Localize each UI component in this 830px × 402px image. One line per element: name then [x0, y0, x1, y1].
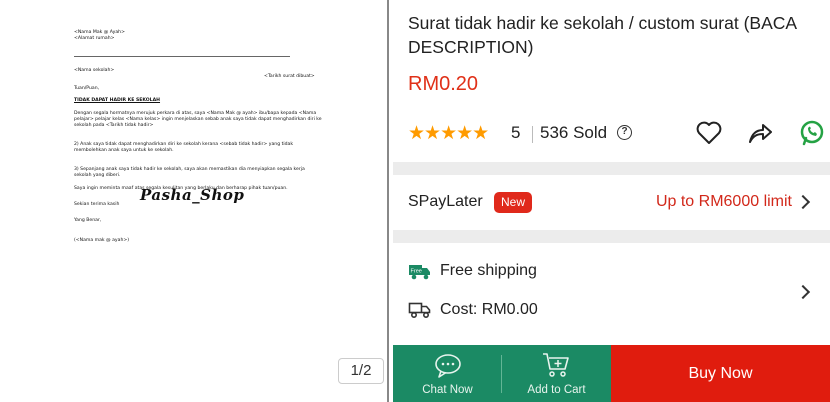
section-spacer — [393, 230, 830, 243]
rating-value[interactable]: 5 — [511, 123, 520, 143]
free-badge-text: Free — [411, 269, 422, 275]
product-page: <Nama Mak @ Ayah> <Alamat rumah> <Nama s… — [0, 0, 830, 402]
doc-line: <Nama sekolah> — [74, 68, 115, 73]
info-icon[interactable]: ? — [617, 125, 632, 140]
free-shipping-label: Free shipping — [440, 262, 537, 279]
doc-paragraph: 3) Sepanjang anak saya tidak hadir ke se… — [74, 167, 305, 179]
chat-now-label: Chat Now — [422, 384, 473, 396]
spaylater-label: SPayLater — [408, 193, 483, 210]
rating-stars: ★★★★★ — [408, 123, 489, 144]
chat-now-button[interactable]: Chat Now — [393, 345, 502, 402]
doc-heading: TIDAK DAPAT HADIR KE SEKOLAH — [74, 98, 161, 103]
product-info-panel: Surat tidak hadir ke sekolah / custom su… — [389, 0, 830, 402]
doc-divider — [74, 56, 290, 57]
chevron-right-icon — [795, 194, 811, 210]
product-price: RM0.20 — [408, 73, 479, 95]
add-to-cart-label: Add to Cart — [527, 384, 586, 396]
free-shipping-truck-icon: Free — [408, 263, 432, 286]
doc-line: Yang Benar, — [74, 218, 102, 223]
share-icon[interactable] — [746, 120, 774, 151]
rating-separator — [532, 126, 533, 143]
product-title: Surat tidak hadir ke sekolah / custom su… — [408, 13, 797, 57]
chat-icon — [433, 353, 463, 384]
product-image-gallery[interactable]: <Nama Mak @ Ayah> <Alamat rumah> <Nama s… — [0, 0, 388, 402]
spaylater-row[interactable]: SPayLater New Up to RM6000 limit — [393, 175, 830, 229]
chevron-right-icon — [795, 284, 811, 300]
doc-paragraph: 2) Anak saya tidak dapat menghadirkan di… — [74, 142, 294, 154]
shipping-cost-label: Cost: RM0.00 — [440, 301, 538, 318]
heart-icon[interactable] — [695, 120, 723, 151]
spaylater-limit: Up to RM6000 limit — [655, 193, 792, 210]
whatsapp-icon[interactable] — [798, 119, 826, 152]
add-to-cart-button[interactable]: Add to Cart — [502, 345, 611, 402]
truck-icon — [408, 301, 432, 324]
doc-line: (<Nama mak @ ayah>) — [74, 238, 130, 243]
new-badge: New — [494, 192, 533, 213]
doc-line: Sekian terima kasih — [74, 202, 120, 207]
sold-count: 536 Sold — [540, 123, 608, 142]
doc-line: <Tarikh surat dibuat> — [264, 74, 315, 79]
shop-watermark: Pasha_Shop — [140, 186, 245, 204]
shipping-section[interactable]: Free Free shipping Cost: RM0.00 — [393, 243, 830, 341]
image-counter: 1/2 — [338, 358, 384, 384]
letter-preview-image: <Nama Mak @ Ayah> <Alamat rumah> <Nama s… — [62, 22, 332, 262]
bottom-action-bar: Chat Now Add to Cart Buy Now — [393, 345, 830, 402]
doc-line: <Alamat rumah> — [74, 36, 115, 41]
buy-now-button[interactable]: Buy Now — [611, 345, 830, 402]
rating-row: ★★★★★ 5 536 Sold ? — [408, 120, 828, 148]
doc-line: Tuan/Puan, — [74, 86, 100, 91]
doc-paragraph: Dengan segala hormatnya merujuk perkara … — [74, 111, 322, 129]
cart-icon — [541, 351, 571, 384]
section-spacer — [393, 162, 830, 175]
